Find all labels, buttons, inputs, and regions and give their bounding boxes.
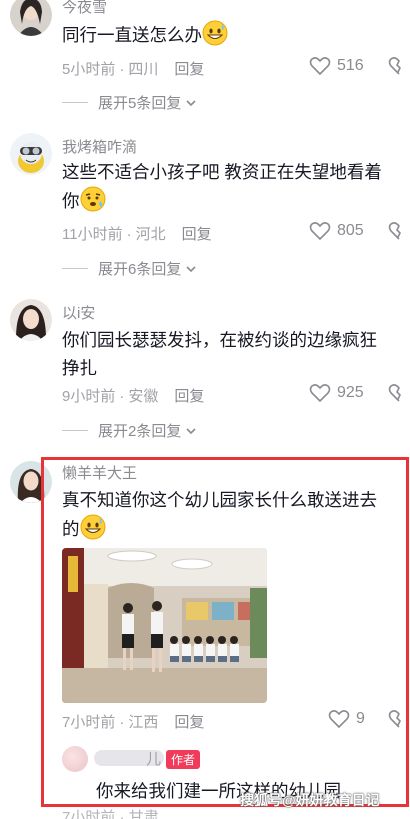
comment-image[interactable] — [62, 548, 267, 703]
comment-location: 安徽 — [128, 388, 159, 405]
author-badge: 作者 — [166, 750, 201, 769]
avatar[interactable] — [62, 746, 88, 772]
comment-text-line: 这些不适合小孩子吧 教资正在失望地看着 — [62, 162, 382, 182]
dislike-button[interactable] — [388, 709, 410, 729]
avatar[interactable] — [10, 461, 52, 503]
expand-replies-label: 展开5条回复 — [98, 95, 182, 112]
expand-replies-label: 展开6条回复 — [98, 261, 182, 278]
like-count: 805 — [337, 222, 364, 239]
username[interactable]: 懒羊羊大王 — [62, 462, 137, 483]
watermark: 搜狐号@妍妍教育日记 — [240, 792, 380, 808]
avatar[interactable] — [10, 0, 52, 36]
comment-meta: 5小时前 · 四川 回复 — [62, 61, 205, 78]
comment-text-line: 真不知道你这个幼儿园家长什么敢送进去 — [62, 490, 377, 510]
next-comment-meta: 7小时前 · 甘肃 — [62, 809, 159, 819]
comment-text-line-2: 的 — [62, 514, 402, 543]
like-count: 925 — [337, 384, 364, 401]
divider — [62, 268, 88, 269]
like-button[interactable]: 925 — [309, 383, 364, 403]
username[interactable]: 以i安 — [62, 302, 95, 323]
comment-text: 真不知道你这个幼儿园家长什么敢送进去 的 — [62, 486, 402, 543]
avatar[interactable] — [10, 299, 52, 341]
like-count: 516 — [337, 57, 364, 74]
username[interactable]: 今夜雪 — [62, 0, 107, 17]
classroom-photo — [62, 548, 267, 703]
username[interactable]: 我烤箱咋滴 — [62, 136, 137, 157]
anxious-face-icon — [80, 186, 105, 212]
comment-location: 四川 — [128, 61, 159, 78]
divider — [62, 430, 88, 431]
heart-icon — [309, 222, 331, 241]
comment-text: 同行一直送怎么办 — [62, 20, 402, 49]
grinning-sweat-face-icon — [202, 20, 228, 46]
reply-button[interactable]: 回复 — [174, 714, 204, 731]
heart-icon — [309, 57, 331, 76]
comment-location: 江西 — [128, 714, 159, 731]
heart-icon — [309, 384, 331, 403]
chevron-down-icon — [186, 99, 196, 106]
comment-meta: 7小时前 · 江西 回复 — [62, 714, 205, 731]
expand-replies-label: 展开2条回复 — [98, 423, 182, 440]
author-name-tail[interactable]: 儿 — [146, 748, 161, 769]
comment-text-line-2: 挣扎 — [62, 358, 97, 378]
comment-text-content: 你 — [62, 191, 80, 211]
comment-location: 河北 — [135, 226, 166, 243]
expand-replies-button[interactable]: 展开5条回复 — [62, 92, 198, 113]
reply-button[interactable]: 回复 — [182, 226, 212, 243]
comment-time: 5小时前 — [62, 61, 116, 78]
grinning-sweat-face-icon — [80, 514, 105, 540]
comment-time: 9小时前 — [62, 388, 116, 405]
broken-heart-icon — [388, 57, 401, 75]
dislike-button[interactable] — [388, 221, 410, 241]
chevron-down-icon — [186, 265, 196, 272]
comment-meta: 11小时前 · 河北 回复 — [62, 226, 212, 243]
comment-text-content: 的 — [62, 519, 80, 539]
comment-time: 11小时前 — [62, 226, 123, 243]
like-button[interactable]: 516 — [309, 56, 364, 76]
avatar[interactable] — [10, 133, 52, 175]
chevron-down-icon — [186, 427, 196, 434]
comment-meta: 9小时前 · 安徽 回复 — [62, 388, 205, 405]
dislike-button[interactable] — [388, 383, 410, 403]
comment-text: 你们园长瑟瑟发抖，在被约谈的边缘疯狂 挣扎 — [62, 326, 402, 382]
dislike-button[interactable] — [388, 56, 410, 76]
comment-time: 7小时前 — [62, 714, 116, 731]
comment-text-content: 同行一直送怎么办 — [62, 25, 202, 45]
expand-replies-button[interactable]: 展开2条回复 — [62, 420, 198, 441]
reply-button[interactable]: 回复 — [174, 61, 204, 78]
comment-text: 这些不适合小孩子吧 教资正在失望地看着 你 — [62, 158, 402, 215]
comment-text-line: 你们园长瑟瑟发抖，在被约谈的边缘疯狂 — [62, 330, 377, 350]
broken-heart-icon — [388, 710, 401, 728]
expand-replies-button[interactable]: 展开6条回复 — [62, 258, 198, 279]
like-count: 9 — [356, 710, 365, 727]
divider — [62, 102, 88, 103]
broken-heart-icon — [388, 384, 401, 402]
reply-button[interactable]: 回复 — [174, 388, 204, 405]
comment-text-line-2: 你 — [62, 186, 402, 215]
like-button[interactable]: 805 — [309, 221, 364, 241]
broken-heart-icon — [388, 222, 401, 240]
like-button[interactable]: 9 — [328, 709, 365, 729]
heart-icon — [328, 710, 350, 729]
